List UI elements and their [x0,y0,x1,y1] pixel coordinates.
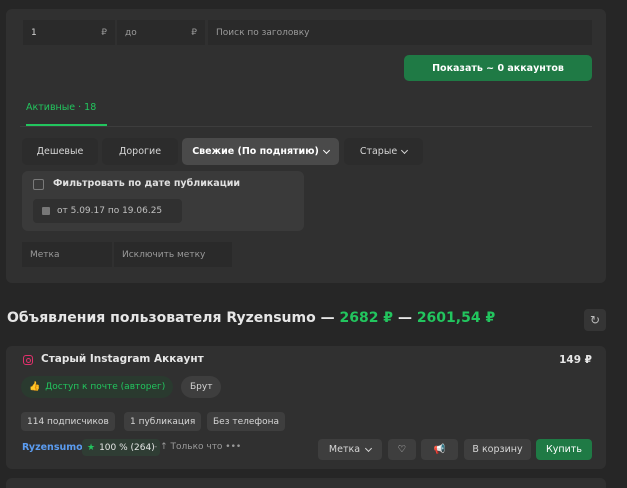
tag-dropdown[interactable]: Метка [318,439,382,460]
tab-divider [20,126,592,127]
tag-posts: 1 публикация [124,412,202,431]
favorite-button[interactable]: ♡ [388,439,416,460]
sort-expensive[interactable]: Дорогие [102,138,178,165]
heading-dash: — [397,310,412,326]
tag-no-phone: Без телефона [207,412,286,431]
show-accounts-button[interactable]: Показать ~ 0 аккаунтов [404,55,592,81]
refresh-button[interactable]: ↻ [584,309,606,331]
price-from-field[interactable]: 1 ₽ [23,20,115,45]
sort-fresh[interactable]: Свежие (По поднятию) [182,138,339,165]
title-search-input[interactable]: Поиск по заголовку [208,20,592,45]
chevron-down-icon [365,444,373,452]
sort-cheap-label: Дешевые [36,146,84,157]
sort-fresh-label: Свежие (По поднятию) [192,146,319,157]
tab-active[interactable]: Активные · 18 [26,102,96,113]
heart-icon: ♡ [397,444,407,455]
megaphone-icon: 📢 [433,444,446,455]
tag-followers: 114 подписчиков [21,412,115,431]
refresh-icon: ↻ [589,313,601,327]
search-placeholder: Поиск по заголовку [216,27,310,38]
instagram-icon [23,355,33,365]
mail-access-label: Доступ к почте (авторег) [45,382,166,392]
chevron-down-icon [401,146,409,154]
buy-button[interactable]: Купить [536,439,592,460]
listing-title[interactable]: Старый Instagram Аккаунт [41,353,204,365]
next-listing-card [6,478,606,488]
date-range-value: от 5.09.17 по 19.06.25 [57,206,163,216]
heading-sum-1: 2682 ₽ [339,310,394,326]
tag-placeholder: Метка [30,249,60,260]
sort-old-label: Старые [359,146,398,157]
price-from-value: 1 [31,27,37,38]
rating-value: 100 % (264) [99,442,155,453]
sort-expensive-label: Дорогие [118,146,162,157]
price-to-placeholder: до [125,27,137,38]
mail-access-badge: 👍 Доступ к почте (авторег) [21,376,174,398]
promote-button[interactable]: 📢 [421,439,458,460]
chevron-down-icon [322,146,330,154]
currency-icon: ₽ [191,27,197,38]
sort-cheap[interactable]: Дешевые [22,138,98,165]
seller-link[interactable]: Ryzensumo [22,442,83,453]
calendar-icon [42,207,50,215]
listing-card[interactable]: Старый Instagram Аккаунт 149 ₽ 👍 Доступ … [6,346,606,469]
heading-prefix: Объявления пользователя Ryzensumo — [7,310,335,326]
publish-date-filter: Фильтровать по дате публикации от 5.09.1… [22,171,304,231]
star-icon: ★ [87,442,96,453]
heading-sum-2: 2601,54 ₽ [416,310,496,326]
tag-dropdown-label: Метка [328,444,361,455]
listing-price: 149 ₽ [559,354,592,366]
seller-rating: ★ 100 % (264) [82,439,160,456]
price-to-field[interactable]: до ₽ [117,20,205,45]
date-range-field[interactable]: от 5.09.17 по 19.06.25 [33,199,182,223]
filter-panel: 1 ₽ до ₽ Поиск по заголовку Показать ~ 0… [6,9,606,283]
brute-badge: Брут [181,376,222,398]
user-listings-heading: Объявления пользователя Ryzensumo — 2682… [7,310,495,326]
exclude-tag-placeholder: Исключить метку [122,249,206,260]
add-to-cart-button[interactable]: В корзину [464,439,531,460]
thumbs-up-icon: 👍 [29,382,41,392]
currency-icon: ₽ [101,27,107,38]
tag-input[interactable]: Метка [22,242,112,267]
sort-old[interactable]: Старые [344,138,423,165]
publish-date-label: Фильтровать по дате публикации [53,178,241,189]
listing-meta: - ↑ Только что ••• [154,442,242,452]
exclude-tag-input[interactable]: Исключить метку [114,242,232,267]
publish-date-checkbox[interactable] [33,179,44,190]
